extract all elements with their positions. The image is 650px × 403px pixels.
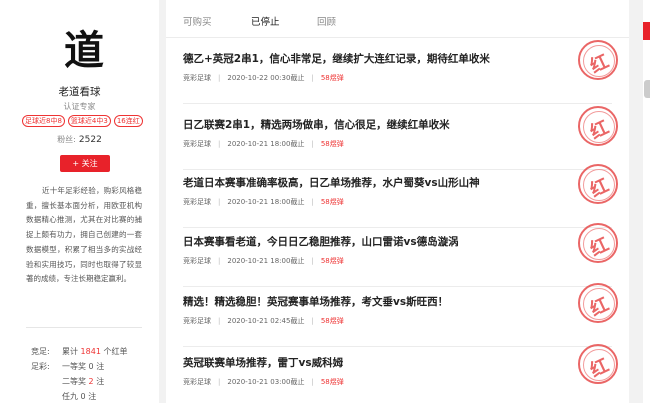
article-title[interactable]: 日本赛事看老道，今日日乙稳胆推荐，山口雷诺vs德岛漩涡 bbox=[183, 234, 459, 249]
article-title[interactable]: 日乙联赛2串1，精选两场做串，信心很足，继续红单收米 bbox=[183, 117, 450, 132]
article-item[interactable]: 老道日本赛事准确率极高，日乙单场推荐，水户蜀葵vs山形山神 竞彩足球 | 2020-… bbox=[166, 162, 629, 228]
red-stamp-icon: 红 bbox=[578, 164, 618, 204]
article-title[interactable]: 英冠联赛单场推荐，雷丁vs威科姆 bbox=[183, 355, 343, 370]
stat-label: 足彩: bbox=[31, 362, 50, 371]
article-item[interactable]: 英冠联赛单场推荐，雷丁vs威科姆 竞彩足球 | 2020-10-21 03:00截止… bbox=[166, 342, 629, 403]
article-title[interactable]: 德乙+英冠2串1，信心非常足，继续扩大连红记录，期待红单收米 bbox=[183, 51, 490, 66]
article-meta: 竞彩足球 | 2020-10-21 03:00截止 | 58煜弹 bbox=[183, 378, 344, 386]
article-meta: 竞彩足球 | 2020-10-21 18:00截止 | 58煜弹 bbox=[183, 198, 344, 206]
expert-logo: 道 bbox=[64, 27, 104, 74]
floating-red-tab[interactable] bbox=[643, 22, 650, 40]
fans-number: 2522 bbox=[78, 135, 102, 145]
article-meta: 竞彩足球 | 2020-10-21 18:00截止 | 58煜弹 bbox=[183, 140, 344, 148]
article-meta: 竞彩足球 | 2020-10-21 02:45截止 | 58煜弹 bbox=[183, 317, 344, 325]
tab-review[interactable]: 回顾 bbox=[317, 14, 336, 28]
stat-value: 二等奖 2 注 bbox=[62, 377, 105, 386]
red-stamp-icon: 红 bbox=[578, 223, 618, 263]
stat-label: 竞足: bbox=[31, 347, 50, 356]
tab-stopped[interactable]: 已停止 bbox=[251, 14, 280, 28]
expert-role: 认证专家 bbox=[63, 102, 96, 111]
article-item[interactable]: 日乙联赛2串1，精选两场做串，信心很足，继续红单收米 竞彩足球 | 2020-10-… bbox=[166, 104, 629, 170]
article-item[interactable]: 德乙+英冠2串1，信心非常足，继续扩大连红记录，期待红单收米 竞彩足球 | 2020… bbox=[166, 38, 629, 104]
tab-available[interactable]: 可购买 bbox=[183, 14, 212, 28]
article-item[interactable]: 精选！精选稳胆！英冠赛事单场推荐，考文垂vs斯旺西！ 竞彩足球 | 2020-10-… bbox=[166, 281, 629, 347]
floating-gray-tab[interactable] bbox=[644, 80, 650, 98]
red-stamp-icon: 红 bbox=[578, 344, 618, 384]
red-stamp-icon: 红 bbox=[578, 283, 618, 323]
record-badge: 足球近8中8 bbox=[22, 115, 65, 127]
article-item[interactable]: 日本赛事看老道，今日日乙稳胆推荐，山口雷诺vs德岛漩涡 竞彩足球 | 2020-10… bbox=[166, 221, 629, 287]
expert-profile-card: 道 老道看球 认证专家 足球近8中8 篮球近4中3 16连红 粉丝: 2522 +… bbox=[0, 0, 159, 403]
record-badge: 篮球近4中3 bbox=[67, 115, 111, 127]
record-badges: 足球近8中8 篮球近4中3 16连红 bbox=[22, 115, 148, 127]
tab-bar: 可购买 已停止 回顾 bbox=[166, 0, 629, 38]
stat-value: 累计 1841 个红单 bbox=[62, 347, 128, 356]
right-sidebar-strip bbox=[643, 0, 650, 403]
article-title[interactable]: 精选！精选稳胆！英冠赛事单场推荐，考文垂vs斯旺西！ bbox=[183, 294, 448, 309]
expert-bio: 近十年足彩经验，购彩风格稳重，擅长基本面分析，用欧亚机构数据精心推测，尤其在对比… bbox=[26, 186, 142, 284]
divider bbox=[26, 327, 142, 328]
follow-button[interactable]: + 关注 bbox=[60, 155, 110, 172]
record-badge: 16连红 bbox=[113, 115, 143, 127]
fans-label: 粉丝: bbox=[57, 135, 76, 144]
article-title[interactable]: 老道日本赛事准确率极高，日乙单场推荐，水户蜀葵vs山形山神 bbox=[183, 175, 480, 190]
red-stamp-icon: 红 bbox=[578, 40, 618, 80]
article-meta: 竞彩足球 | 2020-10-22 00:30截止 | 58煜弹 bbox=[183, 74, 344, 82]
expert-stats: 竞足: 累计 1841 个红单 足彩: 一等奖 0 注 二等奖 2 注 任九 0… bbox=[31, 344, 156, 403]
expert-name[interactable]: 老道看球 bbox=[0, 84, 159, 99]
stat-value: 任九 0 注 bbox=[62, 392, 97, 401]
stat-value: 一等奖 0 注 bbox=[62, 362, 105, 371]
fans-count: 粉丝: 2522 bbox=[0, 134, 159, 145]
article-list-panel: 可购买 已停止 回顾 德乙+英冠2串1，信心非常足，继续扩大连红记录，期待红单收… bbox=[166, 0, 629, 403]
article-meta: 竞彩足球 | 2020-10-21 18:00截止 | 58煜弹 bbox=[183, 257, 344, 265]
red-stamp-icon: 红 bbox=[578, 106, 618, 146]
